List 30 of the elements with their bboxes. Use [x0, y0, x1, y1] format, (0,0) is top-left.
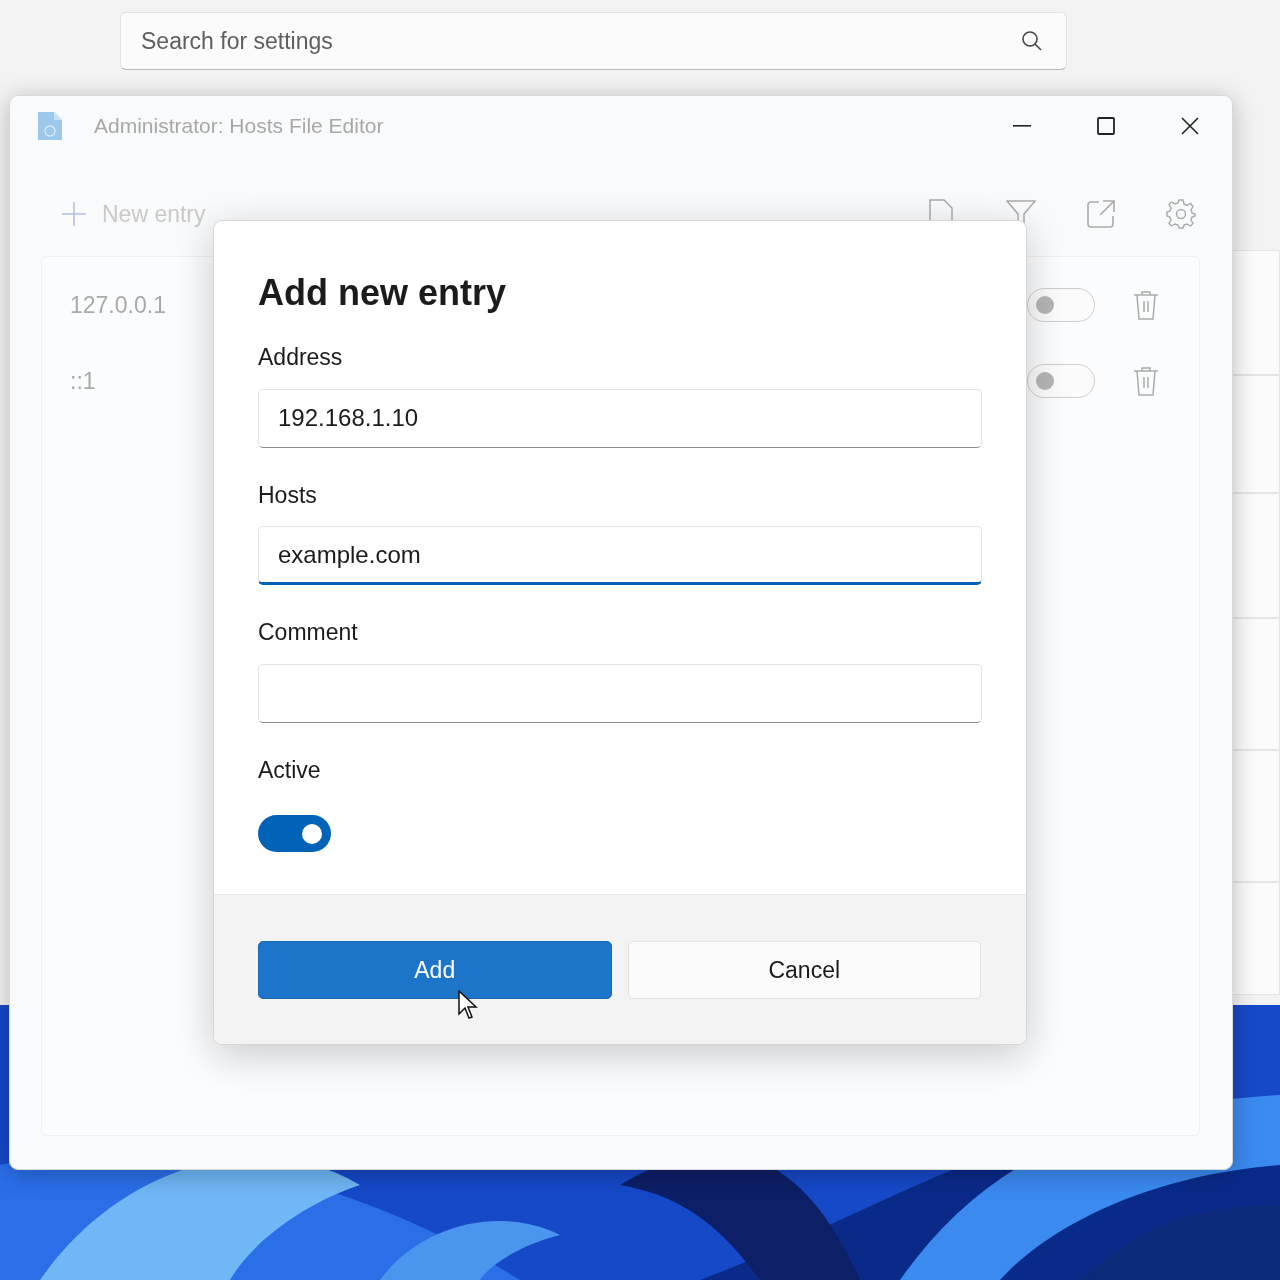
field-label: Address — [258, 343, 344, 373]
maximize-icon — [1097, 117, 1115, 135]
field-label: Hosts — [258, 480, 318, 510]
plus-icon — [62, 202, 86, 226]
input-field[interactable]: 192.168.1.10 — [258, 388, 982, 448]
mouse-pointer-icon — [458, 990, 478, 1020]
search-field[interactable]: Search for settings — [120, 12, 1067, 70]
delete-button[interactable] — [1133, 366, 1159, 396]
open-external-icon — [1087, 200, 1115, 228]
document-icon — [38, 112, 62, 140]
field-label: Active — [258, 755, 322, 785]
search-icon — [1021, 30, 1043, 52]
dialog-title: Add new entry — [258, 271, 508, 315]
window-title: Administrator: Hosts File Editor — [94, 113, 384, 140]
input-field[interactable] — [258, 663, 982, 723]
add-button[interactable]: Add — [258, 941, 612, 999]
trash-icon — [1133, 290, 1159, 320]
minimize-icon — [1013, 125, 1031, 127]
toggle-switch[interactable] — [1027, 288, 1095, 322]
input-field[interactable]: example.com — [258, 526, 982, 586]
address-text: 127.0.0.1 — [70, 290, 166, 320]
trash-icon — [1133, 366, 1159, 396]
settings-icon — [1166, 199, 1196, 229]
address-text: ::1 — [70, 366, 96, 396]
toggle-switch[interactable] — [258, 815, 331, 853]
delete-button[interactable] — [1133, 290, 1159, 320]
toggle-switch[interactable] — [1027, 364, 1095, 398]
field-label: Comment — [258, 618, 359, 648]
cancel-button[interactable]: Cancel — [627, 941, 981, 999]
close-icon — [1181, 117, 1199, 135]
